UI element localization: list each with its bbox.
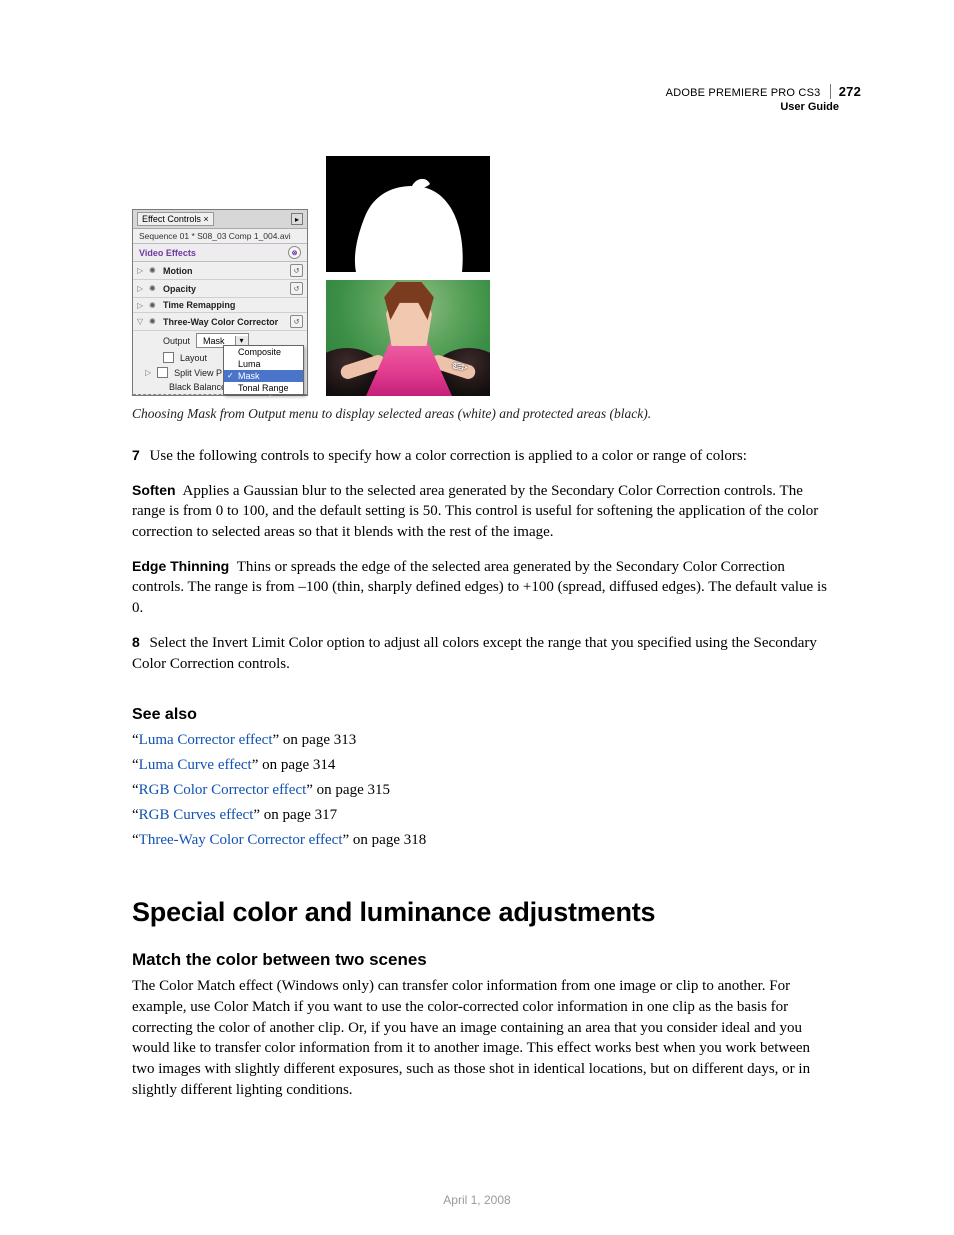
fx-icon: ✺ bbox=[149, 301, 159, 310]
checkbox-icon bbox=[157, 367, 168, 378]
reset-icon: ↺ bbox=[290, 264, 303, 277]
footer-date: April 1, 2008 bbox=[0, 1193, 954, 1207]
effect-row-motion: ▷ ✺ Motion ↺ bbox=[133, 262, 307, 280]
see-also-block: See also “Luma Corrector effect” on page… bbox=[132, 706, 836, 849]
fx-icon: ✺ bbox=[149, 284, 159, 293]
step-7: 7 Use the following controls to specify … bbox=[132, 446, 836, 467]
xref-link[interactable]: Luma Curve effect bbox=[139, 757, 252, 773]
term-text: Applies a Gaussian blur to the selected … bbox=[132, 483, 818, 540]
toggle-icon: ⊗ bbox=[288, 246, 301, 259]
twirl-icon: ▷ bbox=[137, 266, 145, 275]
xref-link[interactable]: Three-Way Color Corrector effect bbox=[139, 832, 343, 848]
step-number: 7 bbox=[132, 447, 140, 463]
figure-caption: Choosing Mask from Output menu to displa… bbox=[132, 406, 836, 422]
panel-flyout-icon: ▸ bbox=[291, 213, 303, 225]
guide-label: User Guide bbox=[666, 101, 861, 115]
source-video-thumbnail: ✎ bbox=[326, 280, 490, 396]
panel-sequence-line: Sequence 01 * S08_03 Comp 1_004.avi bbox=[133, 229, 307, 244]
menu-item-luma: Luma bbox=[224, 358, 303, 370]
effect-row-opacity: ▷ ✺ Opacity ↺ bbox=[133, 280, 307, 298]
effect-controls-panel: Effect Controls × ▸ Sequence 01 * S08_03… bbox=[132, 209, 308, 396]
see-also-item: “Luma Corrector effect” on page 313 bbox=[132, 732, 836, 749]
see-also-heading: See also bbox=[132, 706, 836, 724]
running-header: ADOBE PREMIERE PRO CS3 272 User Guide bbox=[666, 84, 861, 115]
step-number: 8 bbox=[132, 634, 140, 650]
step-text: Use the following controls to specify ho… bbox=[150, 448, 747, 464]
menu-item-tonal-range: Tonal Range bbox=[224, 382, 303, 394]
menu-item-mask: Mask bbox=[224, 370, 303, 382]
twirl-icon: ▷ bbox=[137, 284, 145, 293]
fx-icon: ✺ bbox=[149, 317, 159, 326]
video-effects-header: Video Effects bbox=[139, 248, 196, 258]
twirl-down-icon: ▽ bbox=[137, 317, 145, 326]
term-edge-thinning: Edge Thinning Thins or spreads the edge … bbox=[132, 557, 836, 619]
see-also-item: “Three-Way Color Corrector effect” on pa… bbox=[132, 832, 836, 849]
term-text: Thins or spreads the edge of the selecte… bbox=[132, 559, 827, 616]
reset-icon: ↺ bbox=[290, 315, 303, 328]
panel-tab: Effect Controls × bbox=[137, 212, 214, 226]
xref-link[interactable]: RGB Color Corrector effect bbox=[139, 782, 307, 798]
see-also-item: “RGB Color Corrector effect” on page 315 bbox=[132, 782, 836, 799]
twirl-icon: ▷ bbox=[145, 368, 151, 377]
subsection-title: Match the color between two scenes bbox=[132, 950, 836, 970]
term-label: Soften bbox=[132, 482, 176, 498]
effect-row-three-way-cc: ▽ ✺ Three-Way Color Corrector ↺ bbox=[133, 313, 307, 331]
output-dropdown-menu: Composite Luma Mask Tonal Range bbox=[223, 345, 304, 395]
figure-cluster: Effect Controls × ▸ Sequence 01 * S08_03… bbox=[132, 156, 836, 396]
section-title: Special color and luminance adjustments bbox=[132, 897, 836, 928]
twirl-icon: ▷ bbox=[137, 301, 145, 310]
menu-item-composite: Composite bbox=[224, 346, 303, 358]
see-also-item: “Luma Curve effect” on page 314 bbox=[132, 757, 836, 774]
product-name: ADOBE PREMIERE PRO CS3 bbox=[666, 87, 821, 99]
see-also-item: “RGB Curves effect” on page 317 bbox=[132, 807, 836, 824]
step-text: Select the Invert Limit Color option to … bbox=[132, 635, 817, 672]
effect-row-time-remapping: ▷ ✺ Time Remapping bbox=[133, 298, 307, 313]
term-soften: Soften Applies a Gaussian blur to the se… bbox=[132, 481, 836, 543]
checkbox-icon bbox=[163, 352, 174, 363]
xref-link[interactable]: Luma Corrector effect bbox=[139, 732, 273, 748]
mask-output-thumbnail bbox=[326, 156, 490, 272]
fx-icon: ✺ bbox=[149, 266, 159, 275]
term-label: Edge Thinning bbox=[132, 558, 229, 574]
reset-icon: ↺ bbox=[290, 282, 303, 295]
chevron-down-icon: ▾ bbox=[235, 336, 248, 345]
section-body: The Color Match effect (Windows only) ca… bbox=[132, 976, 836, 1100]
output-row: Output Mask ▾ Composite Luma Mask Tonal … bbox=[133, 331, 307, 350]
step-8: 8 Select the Invert Limit Color option t… bbox=[132, 633, 836, 674]
xref-link[interactable]: RGB Curves effect bbox=[139, 807, 254, 823]
page-number: 272 bbox=[830, 84, 861, 99]
